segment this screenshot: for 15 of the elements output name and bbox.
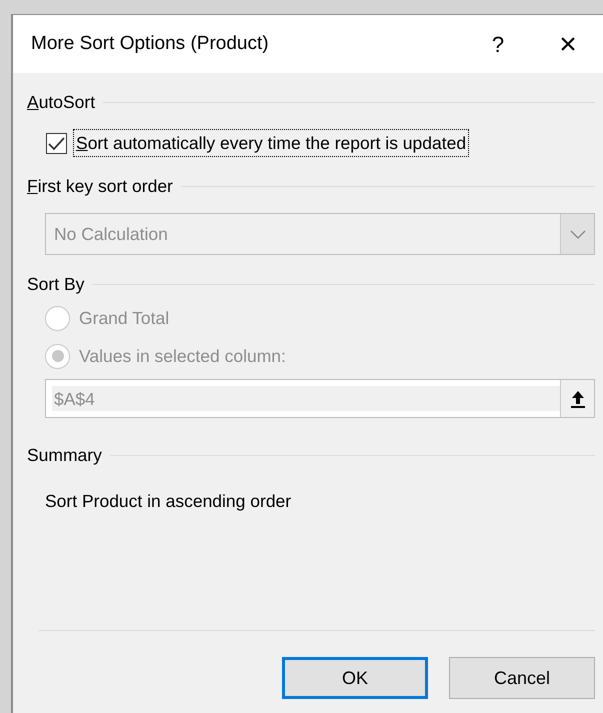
group-heading: First key sort order xyxy=(27,175,173,198)
dialog-button[interactable]: Cancel xyxy=(449,657,595,699)
group-heading: AutoSort xyxy=(27,90,96,114)
group-heading: Sort By xyxy=(27,273,84,296)
radio-label: Grand Total xyxy=(79,307,170,330)
dialog-button[interactable]: OK xyxy=(282,657,428,699)
window-title: More Sort Options (Product) xyxy=(31,32,270,56)
checkbox-label[interactable]: Sort automatically every time the report is updated xyxy=(73,129,470,158)
checkbox[interactable] xyxy=(46,132,67,154)
summary-text: Sort Product in ascending order xyxy=(45,490,292,514)
chevron-down-icon xyxy=(570,230,586,239)
close-button[interactable]: × xyxy=(533,22,603,66)
radio-label: Values in selected column: xyxy=(79,345,286,368)
group-heading: Summary xyxy=(27,444,102,468)
help-button[interactable]: ? xyxy=(463,28,533,60)
